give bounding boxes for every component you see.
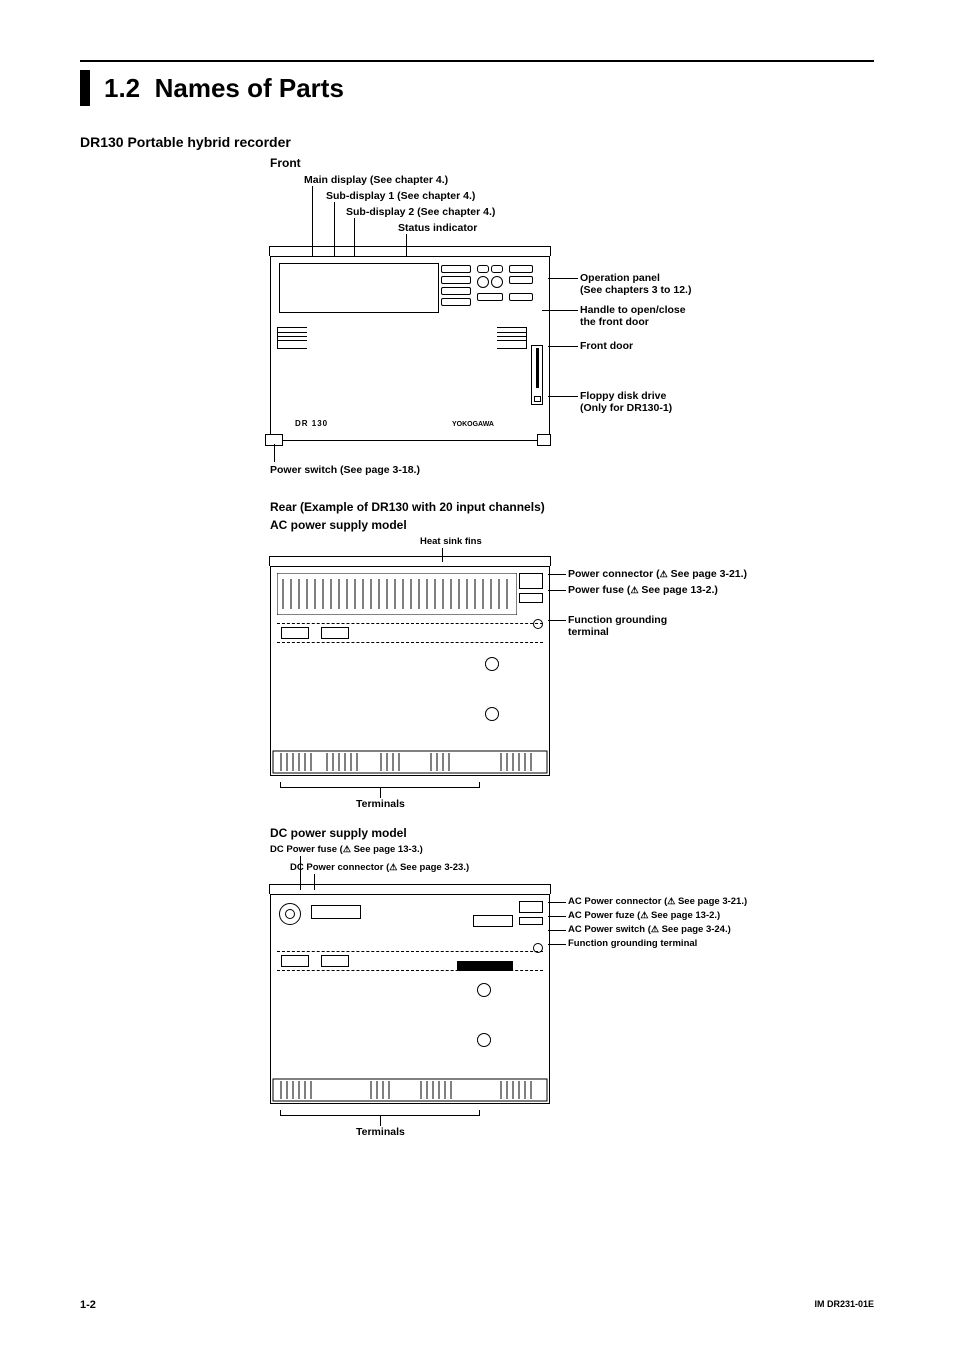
front-heading: Front xyxy=(270,156,874,170)
section-title: 1.2 Names of Parts xyxy=(104,73,344,104)
label-ac-fuze: AC Power fuze (⚠ See page 13-2.) xyxy=(568,910,720,921)
handle-left xyxy=(277,327,307,349)
warning-icon: ⚠ xyxy=(630,585,638,596)
label-terminals-ac: Terminals xyxy=(356,798,405,810)
label-sub-display-2: Sub-display 2 (See chapter 4.) xyxy=(346,206,495,218)
label-power-fuse: Power fuse (⚠ See page 13-2.) xyxy=(568,584,718,596)
label-heat-sink: Heat sink fins xyxy=(420,536,482,547)
device-heading: DR130 Portable hybrid recorder xyxy=(80,134,874,150)
device-rear-ac xyxy=(270,566,550,776)
ac-heading: AC power supply model xyxy=(270,518,874,532)
warning-icon: ⚠ xyxy=(343,844,351,855)
label-terminals-dc: Terminals xyxy=(356,1126,405,1138)
power-connector-icon xyxy=(519,573,543,589)
title-accent-bar xyxy=(80,70,90,106)
label-handle: Handle to open/close the front door xyxy=(580,304,686,328)
ac-connector-icon xyxy=(519,901,543,913)
page-number: 1-2 xyxy=(80,1299,96,1311)
floppy-slot xyxy=(531,345,543,405)
label-function-ground: Function grounding terminal xyxy=(568,614,667,638)
ac-fuze-icon xyxy=(519,917,543,925)
ac-switch-icon xyxy=(473,915,513,927)
label-status-indicator: Status indicator xyxy=(398,222,477,234)
label-front-door: Front door xyxy=(580,340,633,352)
label-func-ground-dc: Function grounding terminal xyxy=(568,938,697,949)
label-ac-switch: AC Power switch (⚠ See page 3-24.) xyxy=(568,924,731,935)
rear-dc-top-edge xyxy=(269,884,551,894)
label-dc-power-connector: DC Power connector (⚠ See page 3-23.) xyxy=(290,862,469,873)
device-rear-dc xyxy=(270,894,550,1104)
warning-icon: ⚠ xyxy=(660,569,668,580)
device-top-edge xyxy=(269,246,551,256)
dc-heading: DC power supply model xyxy=(270,826,874,840)
section-header: 1.2 Names of Parts xyxy=(80,60,874,106)
page-footer: 1-2 IM DR231-01E xyxy=(80,1299,874,1311)
label-main-display: Main display (See chapter 4.) xyxy=(304,174,448,186)
handle-right xyxy=(497,327,527,349)
dc-connector-icon xyxy=(279,903,301,925)
label-floppy: Floppy disk drive (Only for DR130-1) xyxy=(580,390,672,414)
label-ac-connector: AC Power connector (⚠ See page 3-21.) xyxy=(568,896,747,907)
label-sub-display-1: Sub-display 1 (See chapter 4.) xyxy=(326,190,475,202)
operation-panel xyxy=(441,265,541,313)
label-dc-power-fuse: DC Power fuse (⚠ See page 13-3.) xyxy=(270,844,423,855)
label-power-connector: Power connector (⚠ See page 3-21.) xyxy=(568,568,747,580)
rear-heading: Rear (Example of DR130 with 20 input cha… xyxy=(270,500,874,514)
power-fuse-icon xyxy=(519,593,543,603)
label-power-switch: Power switch (See page 3-18.) xyxy=(270,464,420,476)
brand-label: YOKOGAWA xyxy=(452,421,494,428)
device-front-view: DR 130 YOKOGAWA xyxy=(270,256,550,441)
document-id: IM DR231-01E xyxy=(814,1299,874,1311)
label-operation-panel: Operation panel (See chapters 3 to 12.) xyxy=(580,272,691,296)
device-model-label: DR 130 xyxy=(295,419,328,428)
warning-icon: ⚠ xyxy=(651,924,659,935)
rear-top-edge xyxy=(269,556,551,566)
